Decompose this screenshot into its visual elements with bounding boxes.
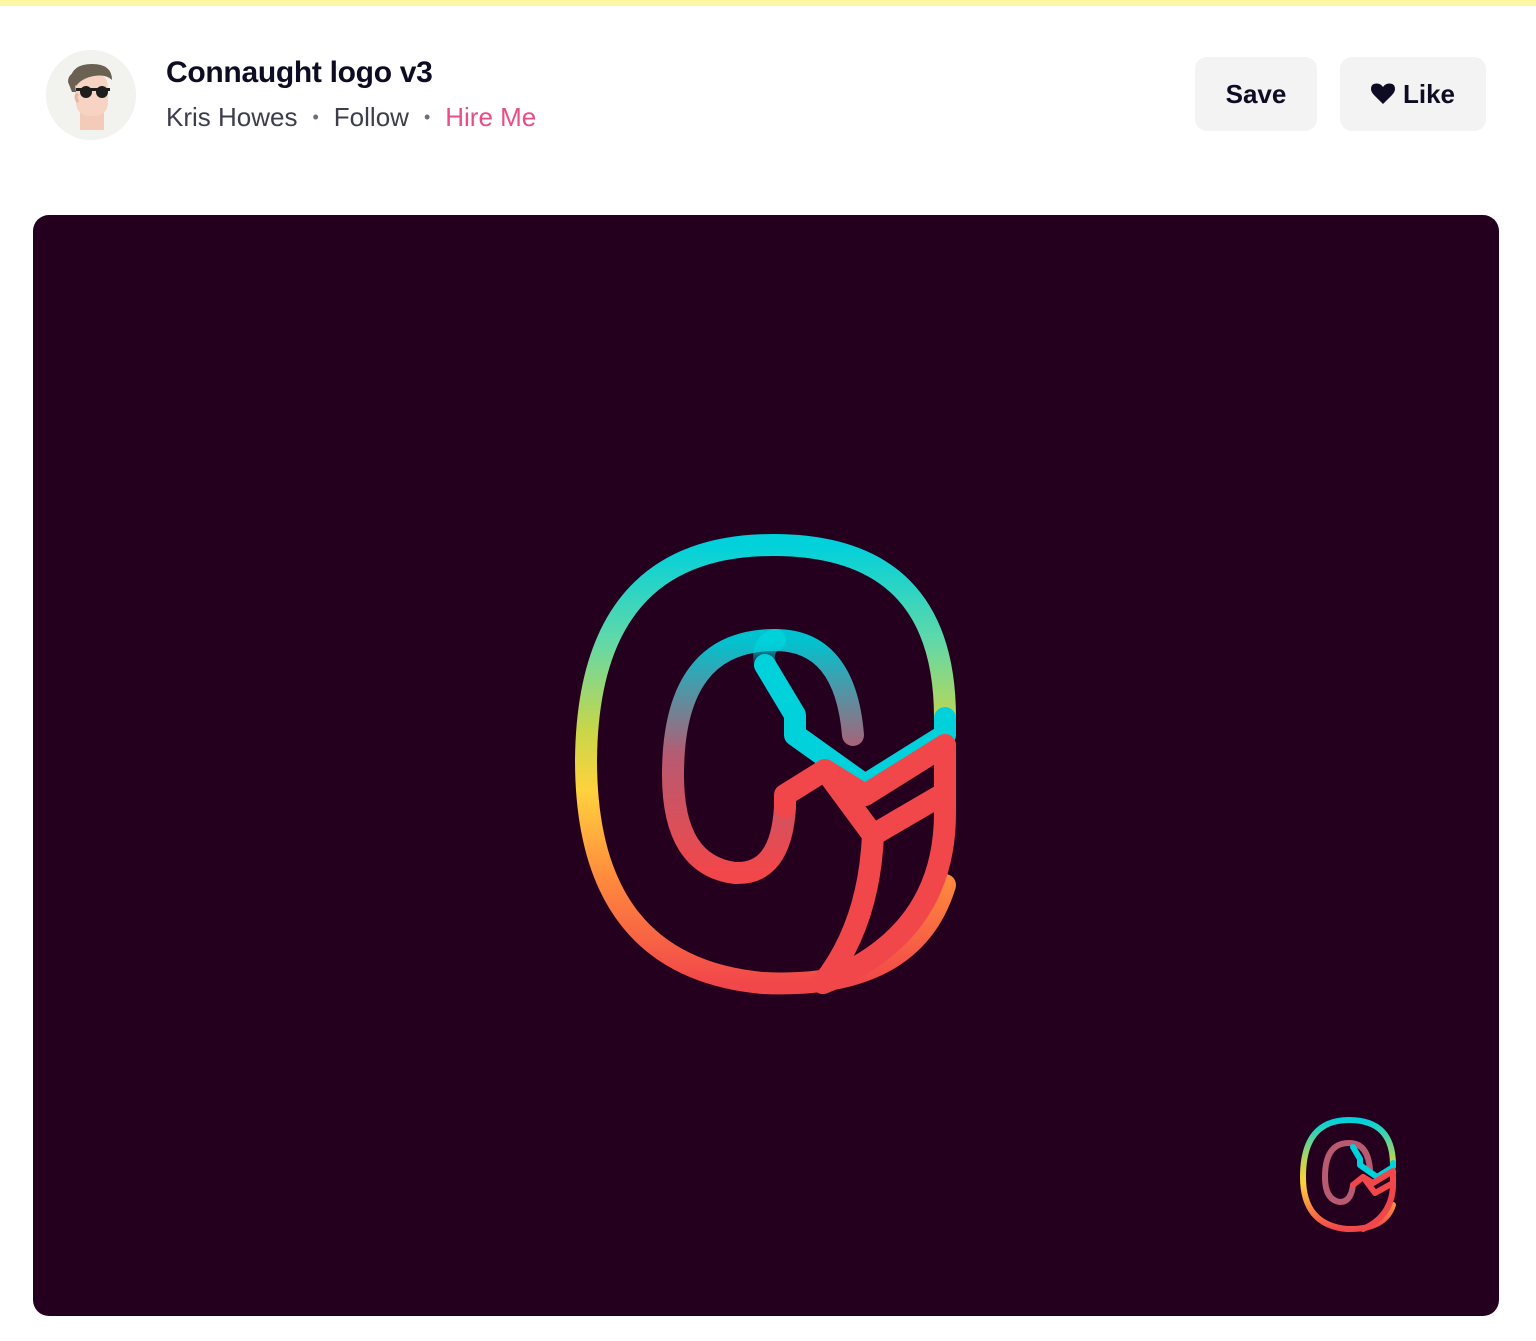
avatar-illustration — [46, 50, 136, 140]
heart-icon — [1370, 83, 1395, 104]
meta-separator: • — [423, 107, 431, 127]
connaught-logo-small — [1300, 1117, 1396, 1233]
shot-artwork[interactable] — [33, 215, 1499, 1316]
designer-name-link[interactable]: Kris Howes — [166, 102, 297, 133]
like-button[interactable]: Like — [1340, 57, 1486, 131]
meta-separator: • — [312, 107, 319, 127]
designer-avatar[interactable] — [46, 50, 136, 140]
follow-link[interactable]: Follow — [334, 102, 409, 133]
shot-header: Connaught logo v3 Kris Howes • Follow • … — [0, 6, 1536, 186]
hire-me-link[interactable]: Hire Me — [445, 102, 536, 133]
shot-meta: Kris Howes • Follow • Hire Me — [166, 102, 536, 133]
save-button-label: Save — [1225, 78, 1287, 109]
shot-title: Connaught logo v3 — [166, 56, 433, 89]
save-button[interactable]: Save — [1195, 57, 1317, 131]
like-button-label: Like — [1402, 78, 1456, 109]
